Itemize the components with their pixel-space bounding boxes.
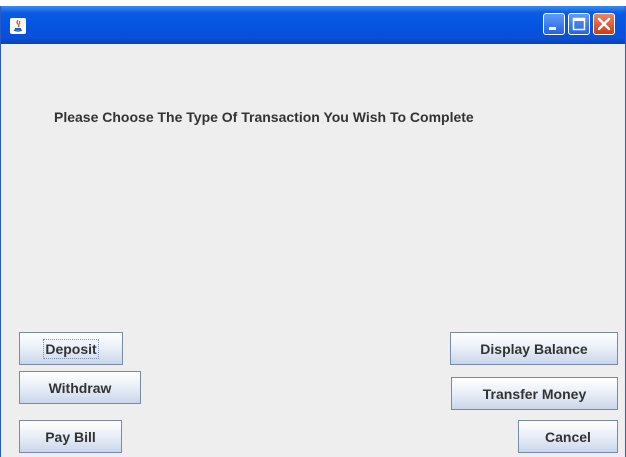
transfer-money-button-label: Transfer Money: [482, 385, 587, 402]
pay-bill-button[interactable]: Pay Bill: [19, 420, 122, 453]
pay-bill-button-label: Pay Bill: [45, 428, 96, 445]
java-app-icon: [10, 18, 26, 34]
cancel-button[interactable]: Cancel: [518, 420, 618, 453]
display-balance-button-label: Display Balance: [480, 340, 588, 357]
minimize-button[interactable]: [543, 13, 565, 35]
transaction-prompt: Please Choose The Type Of Transaction Yo…: [54, 109, 474, 125]
transaction-window: Please Choose The Type Of Transaction Yo…: [0, 6, 626, 457]
withdraw-button-label: Withdraw: [48, 379, 112, 396]
display-balance-button[interactable]: Display Balance: [450, 332, 618, 365]
withdraw-button[interactable]: Withdraw: [19, 371, 141, 404]
close-button[interactable]: [593, 13, 615, 35]
deposit-button[interactable]: Deposit: [19, 332, 123, 365]
maximize-icon: [572, 17, 586, 31]
minimize-icon: [549, 27, 556, 30]
title-bar[interactable]: [1, 6, 625, 44]
cancel-button-label: Cancel: [545, 428, 591, 445]
close-icon: [597, 17, 611, 31]
maximize-button[interactable]: [568, 13, 590, 35]
deposit-button-label: Deposit: [43, 338, 99, 359]
transfer-money-button[interactable]: Transfer Money: [451, 377, 618, 410]
